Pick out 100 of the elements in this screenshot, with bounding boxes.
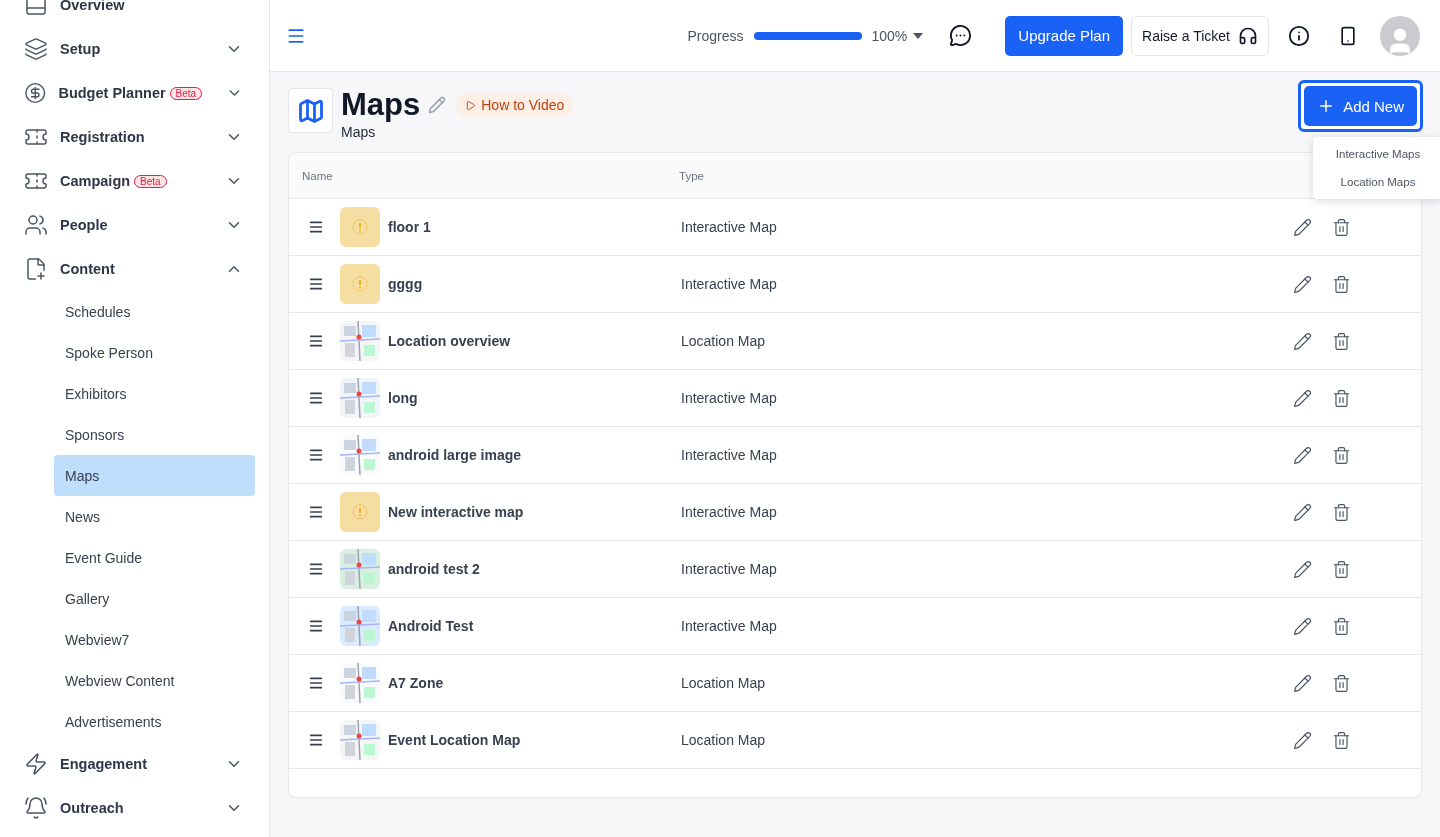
edit-icon[interactable] [1293, 616, 1312, 636]
map-type: Interactive Map [681, 447, 778, 463]
warning-icon [352, 504, 368, 520]
sidebar-subitem[interactable]: Event Guide [54, 537, 255, 578]
bell-icon [24, 796, 48, 820]
sidebar-subitem[interactable]: News [54, 496, 255, 537]
map-type: Location Map [681, 675, 767, 691]
map-type: Location Map [681, 732, 767, 748]
menu-item[interactable]: Interactive Maps [1313, 140, 1440, 168]
drag-handle-icon[interactable] [308, 618, 324, 634]
drag-handle-icon[interactable] [308, 447, 324, 463]
map-type: Interactive Map [681, 618, 778, 634]
map-name: New interactive map [388, 504, 525, 520]
edit-icon[interactable] [1293, 274, 1312, 294]
progress-reading: 100% [871, 27, 908, 44]
delete-icon[interactable] [1332, 559, 1351, 579]
people-icon [24, 213, 48, 237]
sidebar-subitem[interactable]: Spoke Person [54, 332, 255, 373]
chat-icon[interactable] [949, 24, 973, 47]
lightning-icon [24, 752, 48, 776]
map-name: gggg [388, 276, 424, 292]
map-name: android large image [388, 447, 523, 463]
progress-label: Progress [687, 27, 744, 44]
edit-icon[interactable] [1293, 673, 1312, 693]
drag-handle-icon[interactable] [308, 732, 324, 748]
map-type: Interactive Map [681, 219, 778, 235]
add-new-button[interactable]: Add New [1304, 86, 1417, 126]
drag-handle-icon[interactable] [308, 675, 324, 691]
caret-icon[interactable] [913, 32, 924, 39]
delete-icon[interactable] [1332, 274, 1351, 294]
sidebar-item[interactable]: Budget Planner [58, 85, 166, 101]
edit-icon[interactable] [1293, 388, 1312, 408]
drag-handle-icon[interactable] [308, 276, 324, 292]
sidebar-item[interactable]: Engagement [60, 756, 147, 772]
sidebar-subitem[interactable]: Schedules [54, 291, 255, 332]
warning-icon [352, 276, 368, 292]
page-subtitle: Maps [341, 124, 377, 140]
sidebar-subitem[interactable]: Webview7 [54, 619, 255, 660]
map-type: Interactive Map [681, 276, 778, 292]
sidebar-item[interactable]: Outreach [60, 800, 124, 816]
sidebar-item[interactable]: People [60, 217, 108, 233]
edit-icon[interactable] [1293, 502, 1312, 522]
map-name: A7 Zone [388, 675, 445, 691]
warning-icon [352, 219, 368, 235]
play-icon [465, 99, 477, 111]
column-header: Type [679, 169, 704, 182]
map-type: Interactive Map [681, 561, 778, 577]
phone-icon[interactable] [1338, 25, 1358, 46]
document-plus-icon [24, 257, 48, 281]
delete-icon[interactable] [1332, 331, 1351, 351]
sidebar-item[interactable]: Overview [60, 0, 125, 13]
sidebar-subitem[interactable]: Maps [54, 455, 255, 496]
drag-handle-icon[interactable] [308, 390, 324, 406]
column-header: Name [302, 169, 334, 182]
map-name: long [388, 390, 419, 406]
drag-handle-icon[interactable] [308, 333, 324, 349]
edit-icon[interactable] [1293, 730, 1312, 750]
beta-badge: Beta [134, 174, 167, 188]
delete-icon[interactable] [1332, 616, 1351, 636]
edit-icon[interactable] [1293, 445, 1312, 465]
delete-icon[interactable] [1332, 502, 1351, 522]
delete-icon[interactable] [1332, 388, 1351, 408]
delete-icon[interactable] [1332, 445, 1351, 465]
sidebar-subitem[interactable]: Webview Content [54, 660, 255, 701]
drag-handle-icon[interactable] [308, 561, 324, 577]
info-icon[interactable] [1288, 24, 1310, 47]
panel-icon [24, 0, 48, 17]
upgrade-plan-button[interactable]: Upgrade Plan [1005, 15, 1124, 56]
map-type: Location Map [681, 333, 767, 349]
sidebar-item[interactable]: Registration [60, 129, 145, 145]
map-name: Event Location Map [388, 732, 522, 748]
delete-icon[interactable] [1332, 673, 1351, 693]
map-name: Location overview [388, 333, 512, 349]
edit-icon[interactable] [1293, 217, 1312, 237]
sidebar-item[interactable]: Campaign [60, 173, 131, 189]
sidebar-subitem[interactable]: Advertisements [54, 701, 255, 742]
sidebar-item[interactable]: Content [60, 261, 115, 277]
how-to-video-link[interactable]: How to Video [456, 93, 574, 117]
delete-icon[interactable] [1332, 730, 1351, 750]
sidebar-subitem[interactable]: Exhibitors [54, 373, 255, 414]
dollar-icon [24, 81, 47, 105]
sidebar-subitem[interactable]: Sponsors [54, 414, 255, 455]
map-name: Android Test [388, 618, 475, 634]
layers-icon [24, 37, 48, 61]
edit-icon[interactable] [1293, 331, 1312, 351]
map-type: Interactive Map [681, 390, 778, 406]
map-name: android test 2 [388, 561, 481, 577]
menu-item[interactable]: Location Maps [1313, 168, 1440, 196]
map-type: Interactive Map [681, 504, 778, 520]
raise-ticket-button[interactable]: Raise a Ticket [1131, 15, 1269, 56]
headphones-icon [1238, 25, 1258, 46]
sidebar-item[interactable]: Setup [60, 41, 101, 57]
beta-badge: Beta [169, 86, 203, 100]
delete-icon[interactable] [1332, 217, 1351, 237]
map-name: floor 1 [388, 219, 432, 235]
drag-handle-icon[interactable] [308, 219, 324, 235]
map-logo-box [288, 88, 333, 133]
sidebar-subitem[interactable]: Gallery [54, 578, 255, 619]
edit-icon[interactable] [1293, 559, 1312, 579]
drag-handle-icon[interactable] [308, 504, 324, 520]
